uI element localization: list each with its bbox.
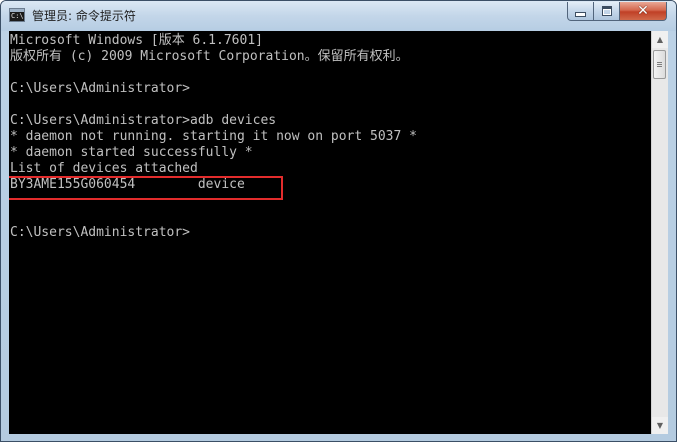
console-line: * daemon not running. starting it now on… (10, 129, 417, 144)
minimize-button[interactable] (567, 2, 594, 21)
scrollbar-thumb[interactable] (653, 50, 666, 79)
close-icon: ✕ (637, 3, 649, 19)
arrow-down-icon: ▼ (656, 421, 664, 430)
console-line: C:\Users\Administrator>adb devices (10, 113, 277, 128)
arrow-up-icon: ▲ (656, 35, 664, 44)
console-output[interactable]: Microsoft Windows [版本 6.1.7601] 版权所有 (c)… (9, 31, 651, 434)
cmd-icon[interactable]: C:\ (9, 8, 25, 22)
console-line: 版权所有 (c) 2009 Microsoft Corporation。保留所有… (10, 49, 409, 64)
console-line: C:\Users\Administrator> (10, 81, 191, 96)
console-line: Microsoft Windows [版本 6.1.7601] (10, 33, 263, 48)
scroll-down-button[interactable]: ▼ (652, 417, 668, 434)
minimize-icon (575, 11, 586, 17)
close-button[interactable]: ✕ (619, 2, 667, 21)
console-line: * daemon started successfully * (10, 145, 253, 160)
maximize-icon (601, 6, 612, 16)
maximize-button[interactable] (593, 2, 620, 21)
cmd-window: C:\ 管理员: 命令提示符 ✕ Microsoft Windows [版本 6… (0, 0, 677, 442)
console-line: C:\Users\Administrator> (10, 225, 191, 240)
cmd-icon-text: C:\ (11, 12, 24, 20)
console-line: List of devices attached (10, 161, 198, 176)
device-highlight-box (9, 176, 283, 200)
window-title: 管理员: 命令提示符 (32, 9, 136, 23)
scroll-up-button[interactable]: ▲ (652, 31, 668, 48)
title-bar[interactable]: C:\ 管理员: 命令提示符 ✕ (1, 1, 676, 31)
vertical-scrollbar[interactable]: ▲ ▼ (651, 31, 668, 434)
